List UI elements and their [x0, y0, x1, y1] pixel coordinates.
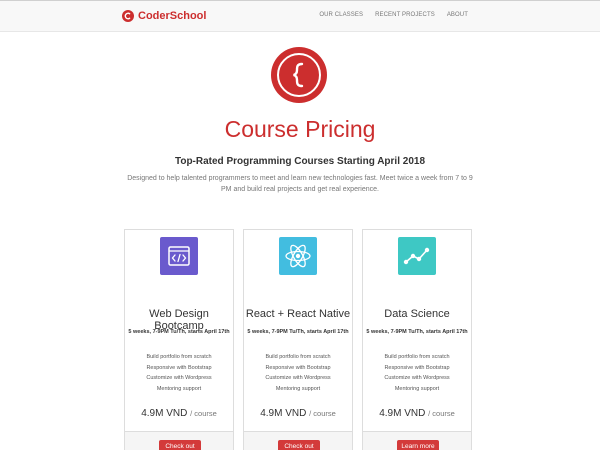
- check-out-button[interactable]: Check out: [278, 440, 320, 450]
- nav-link-our-classes[interactable]: OUR CLASSES: [319, 12, 363, 18]
- price-value: 4.9M VND: [141, 408, 188, 419]
- course-card-web-design: Web Design Bootcamp 5 weeks, 7-9PM Tu/Th…: [124, 229, 234, 450]
- brand-link[interactable]: CoderSchool: [122, 8, 206, 24]
- feature-item: Responsive with Bootstrap: [146, 364, 212, 371]
- course-title: React + React Native: [245, 308, 351, 320]
- price-unit: / course: [309, 409, 336, 418]
- page-subtitle: Top-Rated Programming Courses Starting A…: [174, 156, 426, 167]
- react-atom-icon: [279, 237, 317, 275]
- course-card-react: React + React Native 5 weeks, 7-9PM Tu/T…: [243, 229, 353, 450]
- course-features: Build portfolio from scratch Responsive …: [125, 352, 233, 394]
- course-schedule: 5 weeks, 7-9PM Tu/Th, starts April 17th: [247, 329, 349, 335]
- price-unit: / course: [428, 409, 455, 418]
- course-title: Data Science: [384, 308, 450, 320]
- card-footer: Check out: [125, 431, 233, 450]
- nav-links: OUR CLASSES RECENT PROJECTS ABOUT: [319, 12, 468, 18]
- feature-item: Mentoring support: [156, 385, 202, 392]
- feature-item: Customize with Wordpress: [265, 375, 331, 381]
- coderschool-logo-icon: [122, 10, 134, 22]
- feature-item: Build portfolio from scratch: [146, 354, 212, 360]
- feature-item: Customize with Wordpress: [146, 375, 212, 381]
- curly-brace-icon: [271, 47, 327, 103]
- page-title: Course Pricing: [224, 116, 376, 142]
- check-out-button[interactable]: Check out: [159, 440, 201, 450]
- price-value: 4.9M VND: [260, 408, 307, 419]
- card-footer: Check out: [244, 431, 352, 450]
- course-features: Build portfolio from scratch Responsive …: [244, 352, 352, 394]
- line-chart-icon: [398, 237, 436, 275]
- course-schedule: 5 weeks, 7-9PM Tu/Th, starts April 17th: [366, 329, 468, 335]
- code-window-icon: [160, 237, 198, 275]
- pricing-cards: Web Design Bootcamp 5 weeks, 7-9PM Tu/Th…: [124, 229, 472, 450]
- course-card-data-science: Data Science 5 weeks, 7-9PM Tu/Th, start…: [362, 229, 472, 450]
- feature-item: Mentoring support: [275, 385, 321, 392]
- intro-text: Designed to help talented programmers to…: [127, 175, 473, 193]
- course-features: Build portfolio from scratch Responsive …: [363, 352, 471, 394]
- card-footer: Learn more: [363, 431, 471, 450]
- nav-link-about[interactable]: ABOUT: [447, 12, 468, 18]
- navbar: CoderSchool OUR CLASSES RECENT PROJECTS …: [0, 1, 600, 32]
- course-price: 4.9M VND / course: [363, 408, 471, 419]
- brand-name: CoderSchool: [138, 10, 207, 22]
- price-unit: / course: [190, 409, 217, 418]
- price-value: 4.9M VND: [379, 408, 426, 419]
- feature-item: Mentoring support: [394, 385, 440, 392]
- course-price: 4.9M VND / course: [125, 408, 233, 419]
- feature-item: Customize with Wordpress: [384, 375, 450, 381]
- course-schedule: 5 weeks, 7-9PM Tu/Th, starts April 17th: [128, 329, 230, 335]
- feature-item: Build portfolio from scratch: [265, 354, 331, 360]
- nav-link-recent-projects[interactable]: RECENT PROJECTS: [375, 12, 435, 18]
- feature-item: Responsive with Bootstrap: [384, 364, 450, 371]
- feature-item: Build portfolio from scratch: [384, 354, 450, 360]
- feature-item: Responsive with Bootstrap: [265, 364, 331, 371]
- learn-more-button[interactable]: Learn more: [397, 440, 439, 450]
- course-price: 4.9M VND / course: [244, 408, 352, 419]
